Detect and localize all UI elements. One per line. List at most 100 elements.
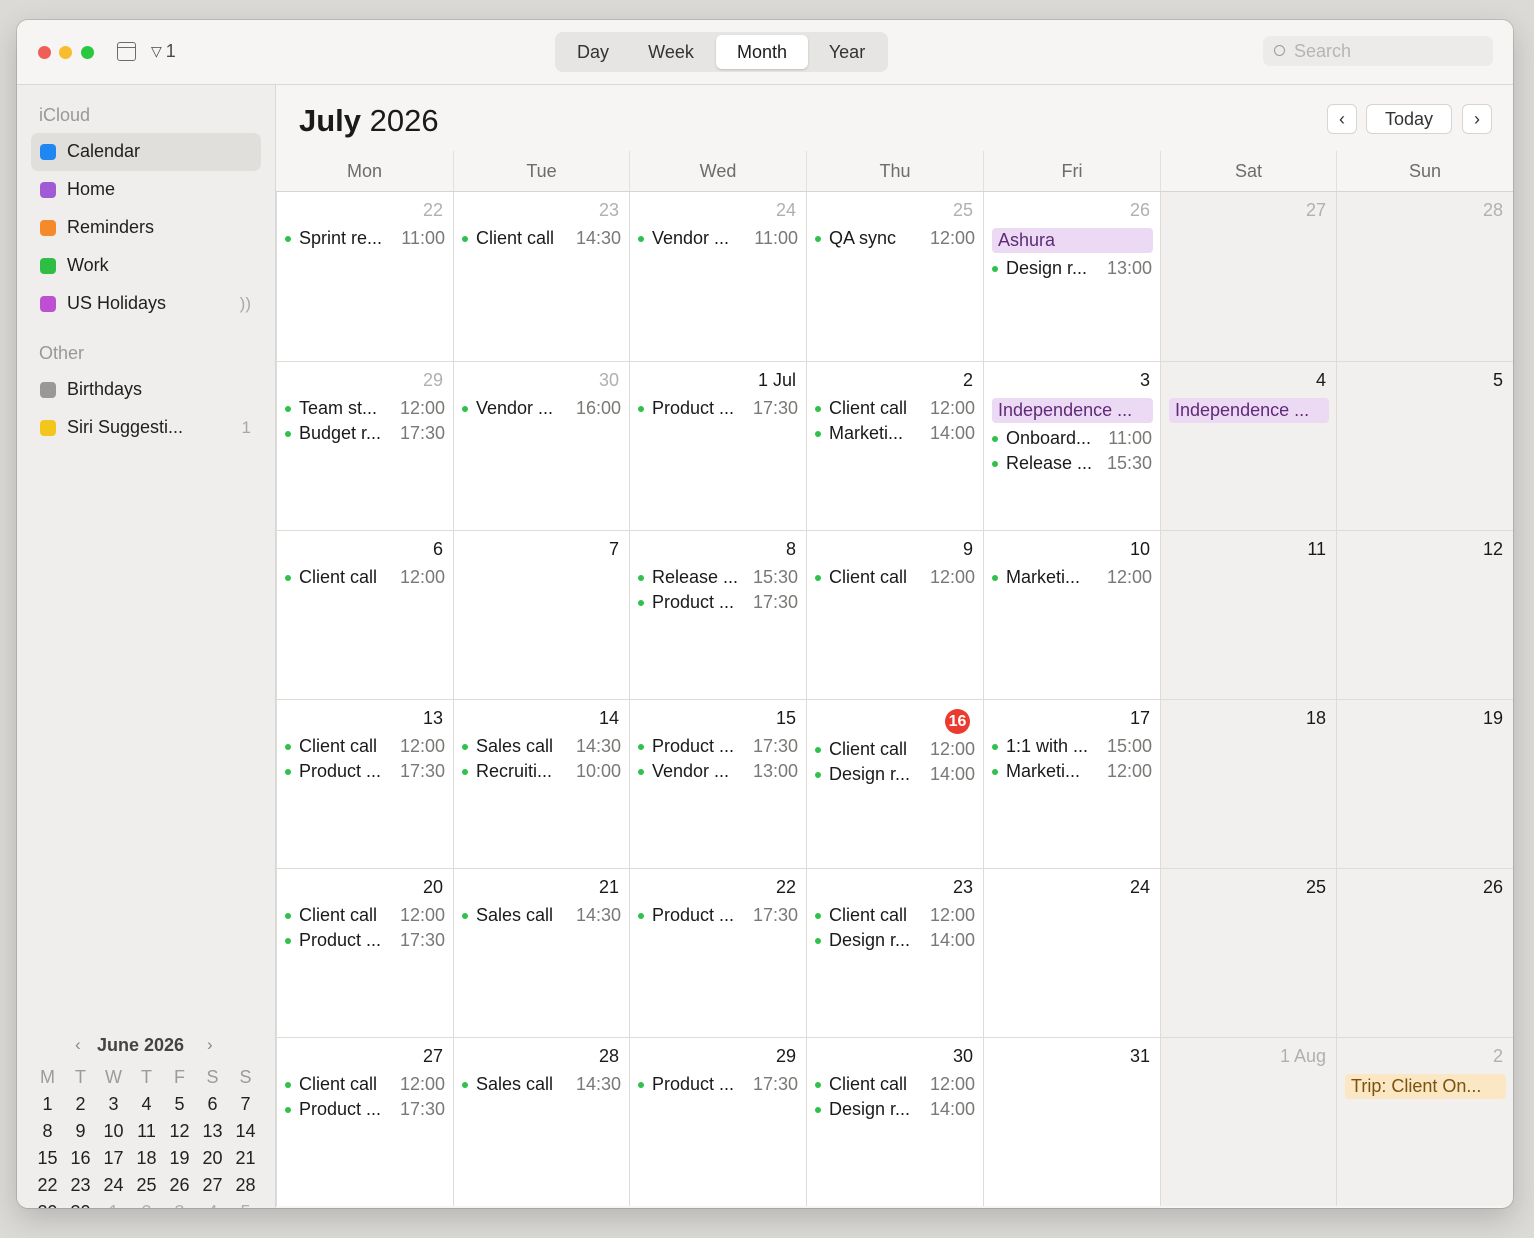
sidebar-toggle-icon[interactable] <box>117 42 136 61</box>
all-day-event[interactable]: Ashura <box>992 228 1153 253</box>
calendar-event[interactable]: Product ... 17:30 <box>285 1099 445 1121</box>
day-cell[interactable]: 27 <box>1160 192 1336 361</box>
sidebar-calendar-item[interactable]: Siri Suggesti... 1 <box>31 409 261 447</box>
mini-calendar-day[interactable]: 8 <box>31 1121 64 1142</box>
day-cell[interactable]: 5 <box>1336 361 1513 530</box>
calendar-color-checkbox[interactable] <box>40 296 56 312</box>
calendar-event[interactable]: Recruiti... 10:00 <box>462 761 621 783</box>
calendar-event[interactable]: QA sync 12:00 <box>815 228 975 250</box>
day-cell[interactable]: 1 Aug <box>1160 1037 1336 1206</box>
day-cell[interactable]: 30 Client call 12:00 Design r... 14:00 <box>806 1037 983 1206</box>
day-cell[interactable]: 8 Release ... 15:30 Product ... 17:30 <box>629 530 806 699</box>
mini-calendar-day[interactable]: 20 <box>196 1148 229 1169</box>
calendar-event[interactable]: Client call 12:00 <box>285 736 445 758</box>
mini-calendar-day[interactable]: 16 <box>64 1148 97 1169</box>
mini-calendar-day[interactable]: 19 <box>163 1148 196 1169</box>
day-cell[interactable]: 4 Independence ... <box>1160 361 1336 530</box>
mini-prev-month-button[interactable]: ‹ <box>75 1035 81 1055</box>
day-cell[interactable]: 22 Product ... 17:30 <box>629 868 806 1037</box>
day-cell[interactable]: 29 Product ... 17:30 <box>629 1037 806 1206</box>
calendar-event[interactable]: Release ... 15:30 <box>992 453 1152 475</box>
tab-week[interactable]: Week <box>633 35 709 69</box>
calendar-event[interactable]: Sales call 14:30 <box>462 905 621 927</box>
calendar-event[interactable]: Client call 12:00 <box>815 1074 975 1096</box>
calendar-color-checkbox[interactable] <box>40 420 56 436</box>
calendar-color-checkbox[interactable] <box>40 182 56 198</box>
day-cell[interactable]: 31 <box>983 1037 1160 1206</box>
calendar-event[interactable]: Product ... 17:30 <box>638 905 798 927</box>
mini-calendar-day[interactable]: 1 <box>97 1202 130 1208</box>
mini-calendar-day[interactable]: 26 <box>163 1175 196 1196</box>
day-cell[interactable]: 19 <box>1336 699 1513 868</box>
mini-calendar-day[interactable]: 18 <box>130 1148 163 1169</box>
calendar-event[interactable]: Design r... 13:00 <box>992 258 1152 280</box>
calendar-event[interactable]: Marketi... 14:00 <box>815 423 975 445</box>
day-cell[interactable]: 14 Sales call 14:30 Recruiti... 10:00 <box>453 699 629 868</box>
mini-calendar-day[interactable]: 2 <box>64 1094 97 1115</box>
mini-calendar-day[interactable]: 11 <box>130 1121 163 1142</box>
calendar-event[interactable]: Vendor ... 13:00 <box>638 761 798 783</box>
mini-calendar-day[interactable]: 7 <box>229 1094 262 1115</box>
calendar-event[interactable]: 1:1 with ... 15:00 <box>992 736 1152 758</box>
calendar-event[interactable]: Client call 12:00 <box>815 739 975 761</box>
calendar-event[interactable]: Design r... 14:00 <box>815 1099 975 1121</box>
day-cell[interactable]: 1 Jul Product ... 17:30 <box>629 361 806 530</box>
sidebar-calendar-item[interactable]: Calendar <box>31 133 261 171</box>
calendar-event[interactable]: Client call 12:00 <box>285 567 445 589</box>
day-cell[interactable]: 25 QA sync 12:00 <box>806 192 983 361</box>
inbox-button[interactable]: ▽ 1 <box>151 41 176 62</box>
all-day-event[interactable]: Independence ... <box>992 398 1153 423</box>
calendar-event[interactable]: Design r... 14:00 <box>815 930 975 952</box>
day-cell[interactable]: 30 Vendor ... 16:00 <box>453 361 629 530</box>
day-cell[interactable]: 12 <box>1336 530 1513 699</box>
mini-calendar-day[interactable]: 5 <box>163 1094 196 1115</box>
sidebar-calendar-item[interactable]: Home <box>31 171 261 209</box>
calendar-event[interactable]: Sales call 14:30 <box>462 736 621 758</box>
calendar-event[interactable]: Vendor ... 11:00 <box>638 228 798 250</box>
calendar-event[interactable]: Client call 14:30 <box>462 228 621 250</box>
zoom-window-button[interactable] <box>81 46 94 59</box>
calendar-event[interactable]: Sales call 14:30 <box>462 1074 621 1096</box>
day-cell[interactable]: 29 Team st... 12:00 Budget r... 17:30 <box>276 361 453 530</box>
mini-calendar-day[interactable]: 6 <box>196 1094 229 1115</box>
calendar-event[interactable]: Product ... 17:30 <box>638 592 798 614</box>
mini-calendar-day[interactable]: 14 <box>229 1121 262 1142</box>
mini-calendar-day[interactable]: 15 <box>31 1148 64 1169</box>
mini-calendar-day[interactable]: 4 <box>196 1202 229 1208</box>
search-field[interactable]: Search <box>1263 36 1493 66</box>
mini-calendar-day[interactable]: 27 <box>196 1175 229 1196</box>
calendar-event[interactable]: Release ... 15:30 <box>638 567 798 589</box>
day-cell[interactable]: 21 Sales call 14:30 <box>453 868 629 1037</box>
calendar-event[interactable]: Client call 12:00 <box>285 1074 445 1096</box>
day-cell[interactable]: 10 Marketi... 12:00 <box>983 530 1160 699</box>
mini-calendar-day[interactable]: 10 <box>97 1121 130 1142</box>
all-day-event[interactable]: Trip: Client On... <box>1345 1074 1506 1099</box>
previous-month-button[interactable]: ‹ <box>1327 104 1357 134</box>
mini-calendar-day[interactable]: 4 <box>130 1094 163 1115</box>
sidebar-calendar-item[interactable]: Work <box>31 247 261 285</box>
day-cell[interactable]: 7 <box>453 530 629 699</box>
day-cell[interactable]: 17 1:1 with ... 15:00 Marketi... 12:00 <box>983 699 1160 868</box>
calendar-event[interactable]: Design r... 14:00 <box>815 764 975 786</box>
sidebar-calendar-item[interactable]: US Holidays)) <box>31 285 261 323</box>
today-button[interactable]: Today <box>1366 104 1452 134</box>
day-cell[interactable]: 2 Client call 12:00 Marketi... 14:00 <box>806 361 983 530</box>
calendar-color-checkbox[interactable] <box>40 220 56 236</box>
calendar-event[interactable]: Product ... 17:30 <box>638 736 798 758</box>
calendar-event[interactable]: Client call 12:00 <box>815 567 975 589</box>
calendar-event[interactable]: Product ... 17:30 <box>285 761 445 783</box>
mini-calendar-day[interactable]: 24 <box>97 1175 130 1196</box>
mini-calendar-day[interactable]: 17 <box>97 1148 130 1169</box>
day-cell[interactable]: 11 <box>1160 530 1336 699</box>
day-cell[interactable]: 2 Trip: Client On... <box>1336 1037 1513 1206</box>
calendar-event[interactable]: Client call 12:00 <box>815 905 975 927</box>
sidebar-calendar-item[interactable]: Birthdays <box>31 371 261 409</box>
mini-calendar-day[interactable]: 25 <box>130 1175 163 1196</box>
sidebar-calendar-item[interactable]: Reminders <box>31 209 261 247</box>
all-day-event[interactable]: Independence ... <box>1169 398 1329 423</box>
minimize-window-button[interactable] <box>59 46 72 59</box>
day-cell[interactable]: 23 Client call 12:00 Design r... 14:00 <box>806 868 983 1037</box>
calendar-event[interactable]: Team st... 12:00 <box>285 398 445 420</box>
calendar-event[interactable]: Marketi... 12:00 <box>992 567 1152 589</box>
calendar-event[interactable]: Product ... 17:30 <box>638 1074 798 1096</box>
